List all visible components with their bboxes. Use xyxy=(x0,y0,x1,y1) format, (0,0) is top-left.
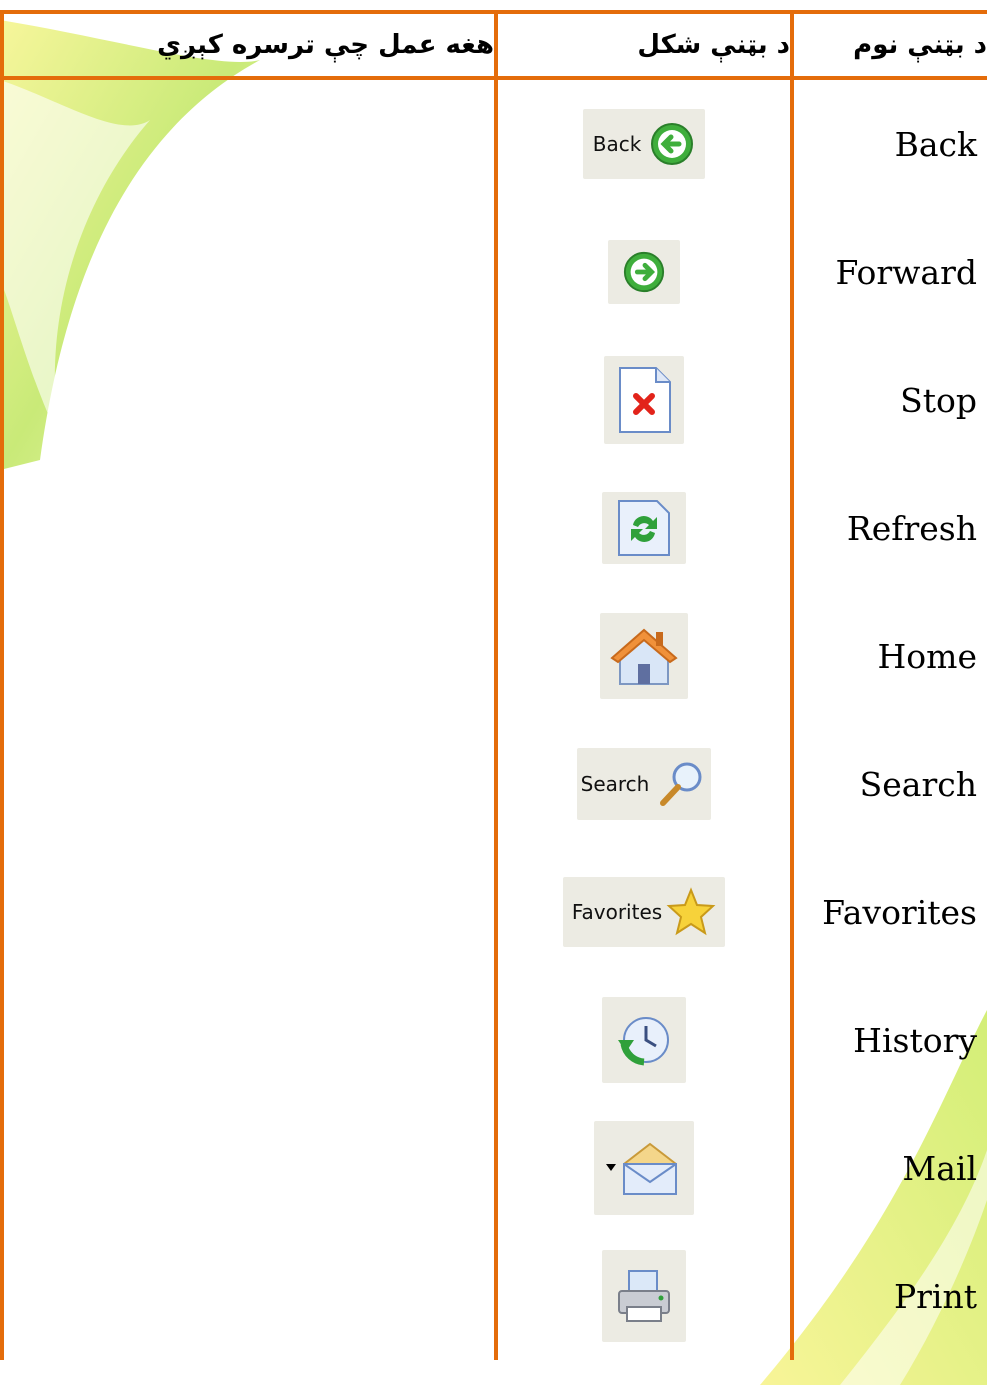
button-name: Refresh xyxy=(846,508,977,548)
table-row: Forward xyxy=(0,208,987,336)
search-icon xyxy=(660,762,702,806)
table-row: Mail xyxy=(0,1104,987,1232)
button-name: Forward xyxy=(835,252,977,292)
table-row: Home xyxy=(0,592,987,720)
star-icon xyxy=(666,887,716,936)
mail-button[interactable] xyxy=(594,1121,694,1215)
printer-icon xyxy=(618,1270,670,1322)
header-action: هغه عمل چې ترسره کېږي xyxy=(0,10,498,80)
search-button-label: Search xyxy=(580,772,650,796)
button-name: History xyxy=(853,1020,977,1060)
button-name: Home xyxy=(877,636,977,676)
refresh-page-icon xyxy=(618,500,670,556)
button-name: Back xyxy=(894,124,977,164)
back-arrow-icon xyxy=(651,123,694,165)
header-row: د بټنې نوم د بټنې شکل هغه عمل چې ترسره ک… xyxy=(0,10,987,80)
stop-page-icon xyxy=(619,367,671,433)
table-row: History xyxy=(0,976,987,1104)
back-button[interactable]: Back xyxy=(583,109,705,179)
button-name: Search xyxy=(859,764,977,804)
stop-button[interactable] xyxy=(604,356,684,444)
button-name: Print xyxy=(893,1276,977,1316)
table-row: Stop xyxy=(0,336,987,464)
print-button[interactable] xyxy=(602,1250,686,1342)
refresh-button[interactable] xyxy=(602,492,686,564)
forward-arrow-icon xyxy=(623,251,665,293)
search-button[interactable]: Search xyxy=(577,748,711,820)
chevron-down-icon xyxy=(606,1164,616,1171)
table-row: Refresh xyxy=(0,464,987,592)
favorites-button[interactable]: Favorites xyxy=(563,877,725,947)
table-row: Back Back xyxy=(0,78,987,208)
forward-button[interactable] xyxy=(608,240,680,304)
buttons-table: د بټنې نوم د بټنې شکل هغه عمل چې ترسره ک… xyxy=(0,10,987,1360)
table-row: Search Search xyxy=(0,720,987,848)
button-name: Favorites xyxy=(822,892,977,932)
favorites-button-label: Favorites xyxy=(571,900,663,924)
header-button-name: د بټنې نوم xyxy=(790,10,987,80)
history-button[interactable] xyxy=(602,997,686,1083)
home-icon xyxy=(610,628,678,685)
back-button-label: Back xyxy=(592,132,642,156)
table-row: Print xyxy=(0,1232,987,1360)
button-name: Mail xyxy=(902,1148,977,1188)
table-row: Favorites Favorites xyxy=(0,848,987,976)
mail-envelope-icon xyxy=(623,1142,677,1195)
header-button-icon: د بټنې شکل xyxy=(494,10,794,80)
home-button[interactable] xyxy=(600,613,688,699)
history-clock-icon xyxy=(618,1017,669,1066)
button-name: Stop xyxy=(900,380,977,420)
